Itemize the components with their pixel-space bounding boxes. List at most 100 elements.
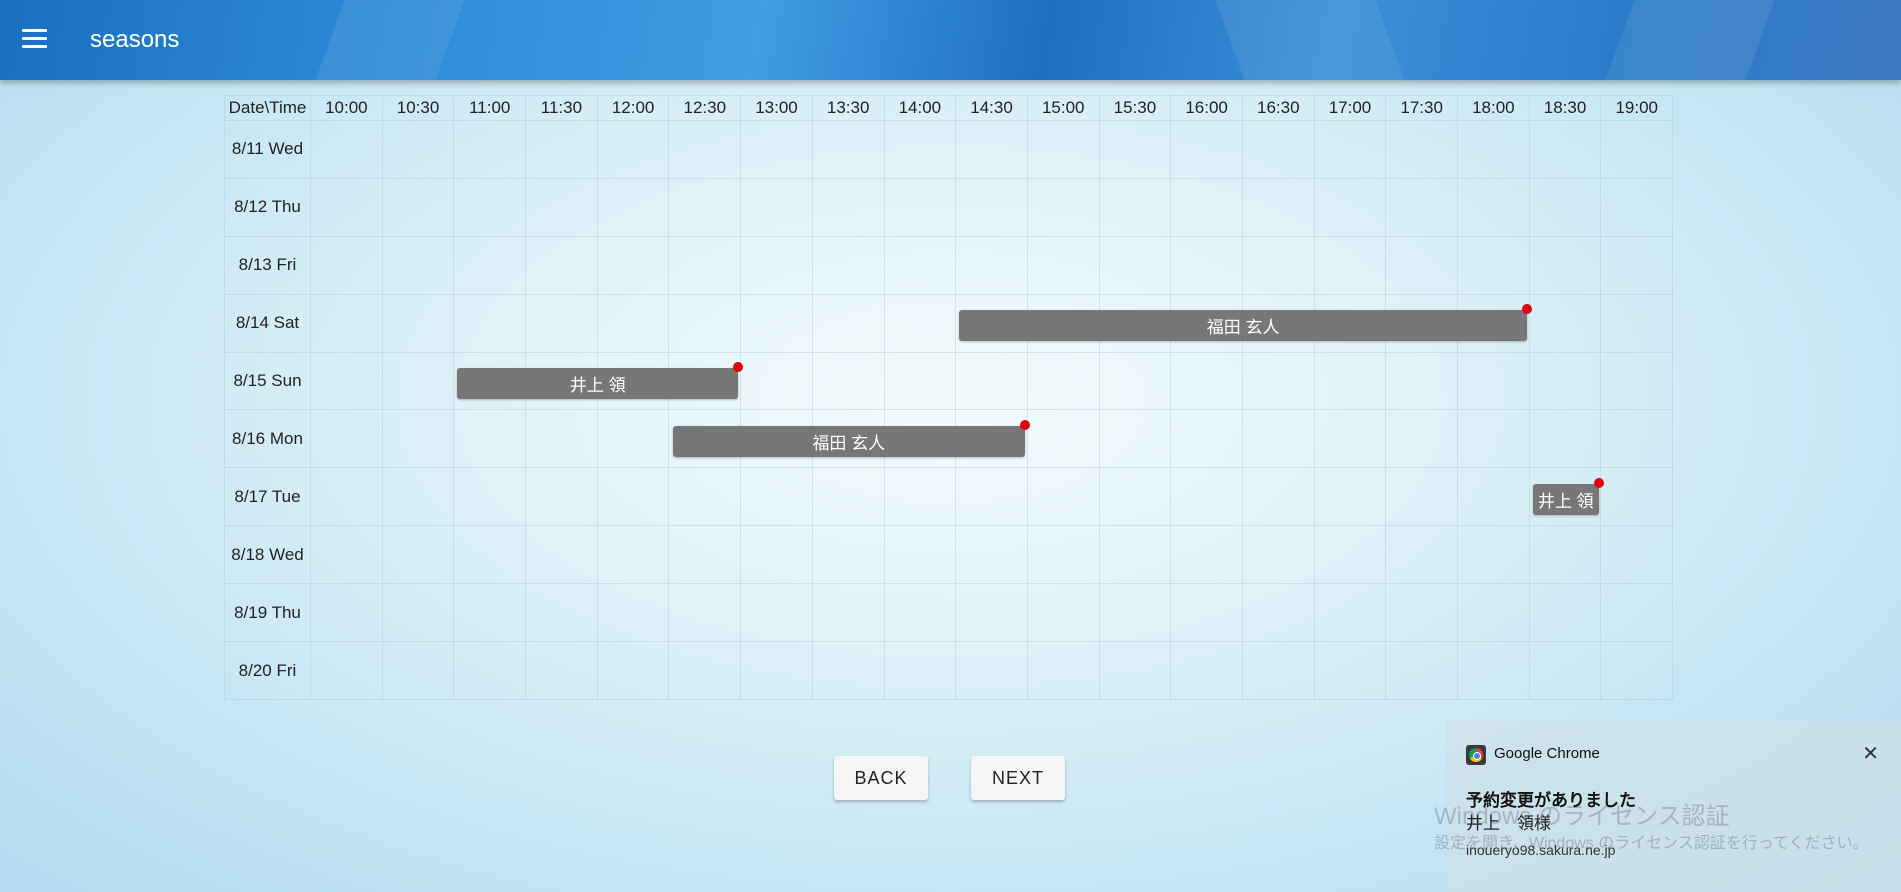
time-slot-cell[interactable]: [1313, 525, 1387, 585]
time-slot-cell[interactable]: [1241, 467, 1315, 527]
time-slot-cell[interactable]: [1098, 583, 1172, 643]
time-slot-cell[interactable]: [1098, 467, 1172, 527]
time-slot-cell[interactable]: [310, 177, 383, 237]
time-slot-cell[interactable]: [596, 293, 670, 353]
time-slot-cell[interactable]: [1026, 641, 1100, 700]
time-slot-cell[interactable]: [1026, 409, 1100, 469]
time-slot-cell[interactable]: [811, 583, 885, 643]
time-slot-cell[interactable]: [1385, 583, 1458, 643]
time-slot-cell[interactable]: [1098, 177, 1172, 237]
time-slot-cell[interactable]: [1170, 467, 1243, 527]
back-button[interactable]: BACK: [834, 756, 928, 800]
time-slot-cell[interactable]: [1241, 177, 1315, 237]
time-slot-cell[interactable]: [1600, 467, 1674, 527]
time-slot-cell[interactable]: [525, 235, 598, 295]
time-slot-cell[interactable]: [1457, 235, 1530, 295]
time-slot-cell[interactable]: [1385, 351, 1458, 411]
time-slot-cell[interactable]: [1241, 235, 1315, 295]
time-slot-cell[interactable]: [596, 525, 670, 585]
time-slot-cell[interactable]: [1313, 583, 1387, 643]
time-slot-cell[interactable]: [1457, 641, 1530, 700]
time-slot-cell[interactable]: [453, 467, 527, 527]
time-slot-cell[interactable]: [1241, 583, 1315, 643]
time-slot-cell[interactable]: [453, 525, 527, 585]
next-button[interactable]: NEXT: [971, 756, 1065, 800]
time-slot-cell[interactable]: [1600, 120, 1674, 179]
time-slot-cell[interactable]: [1170, 235, 1243, 295]
booking-bar[interactable]: 福田 玄人: [959, 304, 1532, 342]
time-slot-cell[interactable]: [1098, 525, 1172, 585]
time-slot-cell[interactable]: [1313, 120, 1387, 179]
time-slot-cell[interactable]: [381, 235, 455, 295]
time-slot-cell[interactable]: [1170, 351, 1243, 411]
time-slot-cell[interactable]: [525, 583, 598, 643]
booking-bar[interactable]: 井上 領: [1532, 477, 1604, 515]
time-slot-cell[interactable]: [1313, 235, 1387, 295]
time-slot-cell[interactable]: [955, 583, 1028, 643]
time-slot-cell[interactable]: [1385, 177, 1458, 237]
time-slot-cell[interactable]: [310, 583, 383, 643]
time-slot-cell[interactable]: [381, 351, 455, 411]
time-slot-cell[interactable]: [740, 293, 813, 353]
time-slot-cell[interactable]: [596, 235, 670, 295]
time-slot-cell[interactable]: [1170, 525, 1243, 585]
booking-bar[interactable]: 井上 領: [457, 362, 744, 400]
time-slot-cell[interactable]: [453, 641, 527, 700]
time-slot-cell[interactable]: [1528, 641, 1602, 700]
time-slot-cell[interactable]: [1098, 351, 1172, 411]
time-slot-cell[interactable]: [1241, 409, 1315, 469]
time-slot-cell[interactable]: [955, 177, 1028, 237]
time-slot-cell[interactable]: [1385, 525, 1458, 585]
time-slot-cell[interactable]: [883, 177, 957, 237]
time-slot-cell[interactable]: [1241, 641, 1315, 700]
time-slot-cell[interactable]: [811, 177, 885, 237]
time-slot-cell[interactable]: [1457, 177, 1530, 237]
time-slot-cell[interactable]: [310, 641, 383, 700]
time-slot-cell[interactable]: [1528, 177, 1602, 237]
time-slot-cell[interactable]: [310, 293, 383, 353]
time-slot-cell[interactable]: [1026, 583, 1100, 643]
time-slot-cell[interactable]: [381, 467, 455, 527]
time-slot-cell[interactable]: [1098, 120, 1172, 179]
time-slot-cell[interactable]: [1600, 409, 1674, 469]
time-slot-cell[interactable]: [1600, 235, 1674, 295]
time-slot-cell[interactable]: [453, 120, 527, 179]
time-slot-cell[interactable]: [955, 641, 1028, 700]
time-slot-cell[interactable]: [668, 235, 742, 295]
time-slot-cell[interactable]: [1528, 583, 1602, 643]
time-slot-cell[interactable]: [381, 120, 455, 179]
time-slot-cell[interactable]: [596, 641, 670, 700]
time-slot-cell[interactable]: [740, 351, 813, 411]
booking-bar[interactable]: 福田 玄人: [672, 420, 1030, 457]
time-slot-cell[interactable]: [596, 467, 670, 527]
time-slot-cell[interactable]: [955, 235, 1028, 295]
time-slot-cell[interactable]: [1026, 177, 1100, 237]
time-slot-cell[interactable]: [811, 525, 885, 585]
time-slot-cell[interactable]: [1098, 409, 1172, 469]
time-slot-cell[interactable]: [1098, 641, 1172, 700]
time-slot-cell[interactable]: [310, 409, 383, 469]
time-slot-cell[interactable]: [740, 525, 813, 585]
time-slot-cell[interactable]: [1600, 351, 1674, 411]
time-slot-cell[interactable]: [883, 235, 957, 295]
time-slot-cell[interactable]: [1241, 525, 1315, 585]
time-slot-cell[interactable]: [1457, 467, 1530, 527]
time-slot-cell[interactable]: [453, 177, 527, 237]
time-slot-cell[interactable]: [811, 120, 885, 179]
time-slot-cell[interactable]: [1528, 409, 1602, 469]
time-slot-cell[interactable]: [1528, 235, 1602, 295]
time-slot-cell[interactable]: [1457, 409, 1530, 469]
time-slot-cell[interactable]: [883, 351, 957, 411]
time-slot-cell[interactable]: [1170, 177, 1243, 237]
time-slot-cell[interactable]: [1170, 641, 1243, 700]
time-slot-cell[interactable]: [740, 583, 813, 643]
time-slot-cell[interactable]: [668, 467, 742, 527]
time-slot-cell[interactable]: [596, 409, 670, 469]
time-slot-cell[interactable]: [1600, 525, 1674, 585]
time-slot-cell[interactable]: [1098, 235, 1172, 295]
time-slot-cell[interactable]: [1385, 409, 1458, 469]
time-slot-cell[interactable]: [1457, 583, 1530, 643]
time-slot-cell[interactable]: [381, 525, 455, 585]
time-slot-cell[interactable]: [381, 641, 455, 700]
time-slot-cell[interactable]: [1600, 177, 1674, 237]
